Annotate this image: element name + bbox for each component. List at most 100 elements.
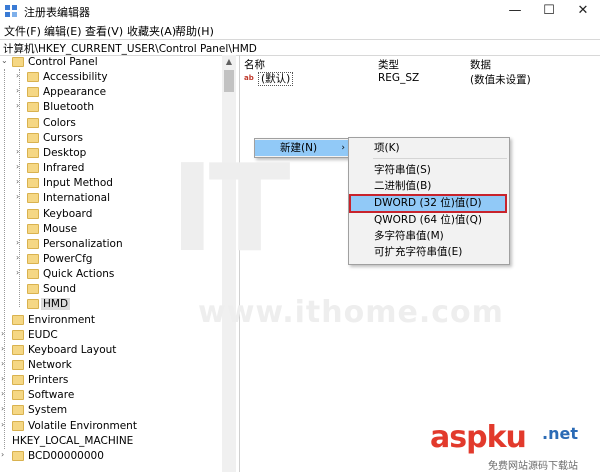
column-header-data[interactable]: 数据 xyxy=(470,57,491,72)
tree-node-label: Printers xyxy=(28,374,69,387)
scroll-thumb[interactable] xyxy=(224,70,234,92)
menu-file[interactable]: 文件(F) xyxy=(4,23,41,39)
tree-node-label: Keyboard xyxy=(43,207,93,220)
expand-chevron-icon[interactable]: › xyxy=(1,404,9,413)
expand-chevron-icon[interactable]: › xyxy=(16,192,24,201)
value-row[interactable]: ab (默认) REG_SZ (数值未设置) xyxy=(244,72,600,86)
minimize-button[interactable]: — xyxy=(498,0,532,22)
expand-chevron-icon[interactable]: › xyxy=(1,359,9,368)
column-header-name[interactable]: 名称 xyxy=(244,57,265,72)
folder-icon xyxy=(27,238,39,249)
expand-chevron-icon[interactable]: › xyxy=(16,86,24,95)
tree-node-label: EUDC xyxy=(28,328,58,341)
value-type: REG_SZ xyxy=(378,72,420,84)
expand-chevron-icon[interactable]: › xyxy=(1,344,9,353)
expand-chevron-icon[interactable]: › xyxy=(16,268,24,277)
tree-node-label: Cursors xyxy=(43,131,83,144)
tree-node-label: Sound xyxy=(43,283,77,296)
expand-chevron-icon[interactable]: › xyxy=(16,177,24,186)
expand-chevron-icon[interactable]: › xyxy=(16,253,24,262)
menu-edit[interactable]: 编辑(E) xyxy=(44,23,82,39)
window-title: 注册表编辑器 xyxy=(24,6,90,19)
expand-chevron-icon[interactable]: › xyxy=(16,71,24,80)
scroll-up-icon[interactable]: ▲ xyxy=(222,55,236,69)
tree-node-label: Software xyxy=(28,389,75,402)
menu-item-string[interactable]: 字符串值(S) xyxy=(349,162,509,178)
folder-icon xyxy=(27,193,39,204)
expand-chevron-icon[interactable]: › xyxy=(16,147,24,156)
menu-item-new[interactable]: 新建(N) › xyxy=(255,140,351,156)
menu-item-expandable-string-label: 可扩充字符串值(E) xyxy=(374,246,463,258)
context-menu: 新建(N) › xyxy=(254,138,352,158)
tree-node-label: System xyxy=(28,404,68,417)
folder-icon xyxy=(27,72,39,83)
address-bar[interactable]: 计算机\HKEY_CURRENT_USER\Control Panel\HMD xyxy=(0,39,600,56)
tree-node-label: PowerCfg xyxy=(43,252,93,265)
folder-icon xyxy=(12,450,24,461)
menu-item-dword[interactable]: DWORD (32 位)值(D) xyxy=(349,194,507,213)
collapse-chevron-icon[interactable]: ⌄ xyxy=(1,56,9,65)
maximize-button[interactable]: ☐ xyxy=(532,0,566,22)
tree-node-label: Control Panel xyxy=(28,56,98,68)
folder-icon xyxy=(27,163,39,174)
watermark-url: www.ithome.com xyxy=(198,295,504,330)
menu-item-key-label: 项(K) xyxy=(374,142,400,154)
folder-icon xyxy=(12,360,24,370)
folder-icon xyxy=(27,147,39,158)
address-path[interactable]: 计算机\HKEY_CURRENT_USER\Control Panel\HMD xyxy=(3,41,257,56)
menu-item-binary[interactable]: 二进制值(B) xyxy=(349,178,509,194)
folder-icon xyxy=(27,87,39,98)
expand-chevron-icon[interactable]: › xyxy=(1,389,9,398)
menu-view[interactable]: 查看(V) xyxy=(85,23,123,39)
tree-node-label: Quick Actions xyxy=(43,268,115,281)
folder-icon xyxy=(12,420,24,431)
new-submenu: 项(K) 字符串值(S) 二进制值(B) DWORD (32 位)值(D) QW… xyxy=(348,137,510,265)
tree-node-label: Personalization xyxy=(43,237,123,250)
tree-node-label: Mouse xyxy=(43,222,78,235)
folder-icon xyxy=(27,132,39,143)
folder-icon xyxy=(12,57,24,67)
tree-scrollbar[interactable]: ▲ xyxy=(222,55,236,472)
brand-tagline: 免费网站源码下载站 xyxy=(488,461,578,472)
menu-item-string-label: 字符串值(S) xyxy=(374,164,431,176)
tree-node-label: Network xyxy=(28,359,72,371)
menu-item-key[interactable]: 项(K) xyxy=(349,140,509,156)
menu-help[interactable]: 帮助(H) xyxy=(175,23,214,39)
expand-chevron-icon[interactable]: › xyxy=(16,101,24,110)
menu-item-binary-label: 二进制值(B) xyxy=(374,180,432,192)
folder-icon xyxy=(12,314,24,325)
tree-node-label: Input Method xyxy=(43,177,113,190)
expand-chevron-icon[interactable]: › xyxy=(1,374,9,383)
regedit-app-icon xyxy=(5,5,17,17)
menu-bar: 文件(F) 编辑(E) 查看(V) 收藏夹(A) 帮助(H) xyxy=(0,22,600,38)
folder-icon xyxy=(27,102,39,113)
close-button[interactable]: ✕ xyxy=(566,0,600,22)
tree-node-label: Keyboard Layout xyxy=(28,343,117,356)
folder-icon xyxy=(27,299,39,310)
folder-icon xyxy=(27,178,39,189)
folder-icon xyxy=(27,284,39,295)
menu-item-new-label: 新建(N) xyxy=(280,142,318,154)
menu-item-expandable-string[interactable]: 可扩充字符串值(E) xyxy=(349,244,509,260)
tree-node-label: International xyxy=(43,192,111,205)
menu-favorites[interactable]: 收藏夹(A) xyxy=(127,23,176,39)
folder-icon xyxy=(12,344,24,355)
folder-icon xyxy=(12,405,24,416)
expand-chevron-icon[interactable]: › xyxy=(16,162,24,171)
tree-node-label: HMD xyxy=(41,298,71,311)
expand-chevron-icon[interactable]: › xyxy=(1,420,9,429)
menu-separator xyxy=(373,158,507,159)
value-name[interactable]: (默认) xyxy=(258,72,294,86)
folder-icon xyxy=(12,390,24,401)
tree-node-label: Volatile Environment xyxy=(28,419,137,432)
folder-icon xyxy=(27,223,39,234)
menu-item-qword[interactable]: QWORD (64 位)值(Q) xyxy=(349,212,509,228)
expand-chevron-icon[interactable]: › xyxy=(16,238,24,247)
menu-item-multi-string[interactable]: 多字符串值(M) xyxy=(349,228,509,244)
expand-chevron-icon[interactable]: › xyxy=(1,450,9,459)
value-data: (数值未设置) xyxy=(470,74,531,86)
column-header-type[interactable]: 类型 xyxy=(378,57,399,72)
folder-icon xyxy=(27,208,39,219)
tree-node-label: Colors xyxy=(43,116,76,129)
expand-chevron-icon[interactable]: › xyxy=(1,329,9,338)
